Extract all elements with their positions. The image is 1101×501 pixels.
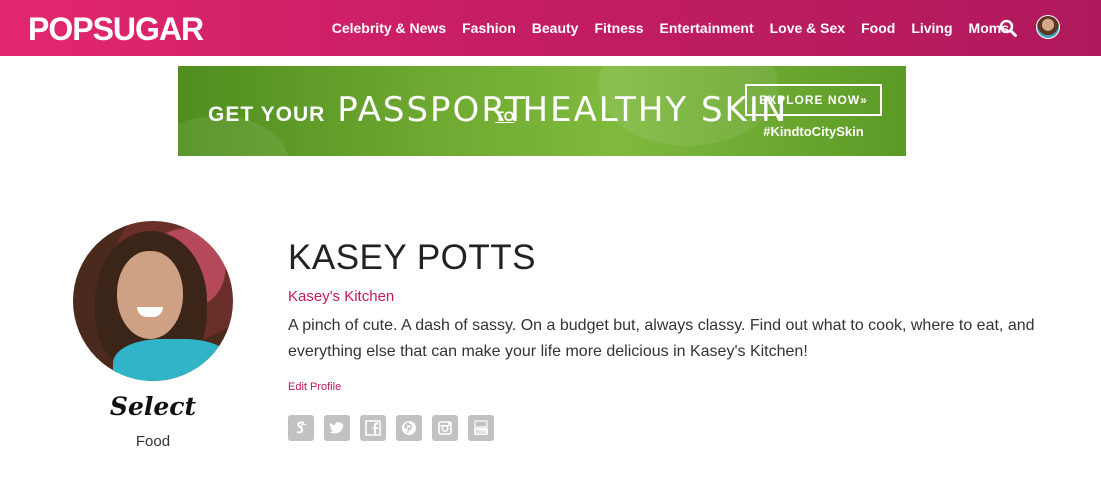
social-links: You (288, 415, 504, 441)
edit-profile-link[interactable]: Edit Profile (288, 381, 341, 393)
facebook-icon[interactable] (360, 415, 386, 441)
nav-item-celebrity-news[interactable]: Celebrity & News (332, 20, 446, 36)
main-nav: Celebrity & News Fashion Beauty Fitness … (316, 0, 1009, 56)
ad-banner[interactable]: GET YOUR PASSPORT TO HEALTHY SKIN EXPLOR… (178, 66, 906, 156)
category-label: Food (135, 433, 171, 450)
nav-item-fitness[interactable]: Fitness (594, 20, 643, 36)
banner-to-text: TO (495, 108, 515, 124)
nav-item-entertainment[interactable]: Entertainment (659, 20, 753, 36)
banner-hashtag: #KindtoCitySkin (763, 124, 864, 139)
nav-item-living[interactable]: Living (911, 20, 952, 36)
sugar-icon[interactable] (288, 415, 314, 441)
explore-now-button[interactable]: EXPLORE NOW» (745, 84, 882, 116)
instagram-icon[interactable] (432, 415, 458, 441)
popsugar-logo[interactable]: POPSUGAR (28, 13, 204, 45)
pinterest-icon[interactable] (396, 415, 422, 441)
profile-photo (73, 221, 233, 381)
top-navigation-bar: POPSUGAR Celebrity & News Fashion Beauty… (0, 0, 1101, 56)
nav-item-fashion[interactable]: Fashion (462, 20, 516, 36)
profile-name: KASEY POTTS (288, 238, 536, 277)
nav-item-food[interactable]: Food (861, 20, 895, 36)
nav-item-beauty[interactable]: Beauty (532, 20, 579, 36)
select-badge: Select (109, 392, 197, 421)
twitter-icon[interactable] (324, 415, 350, 441)
profile-bio: A pinch of cute. A dash of sassy. On a b… (288, 317, 1035, 360)
user-avatar[interactable] (1036, 15, 1060, 39)
nav-item-love-sex[interactable]: Love & Sex (770, 20, 845, 36)
search-icon[interactable] (999, 19, 1017, 37)
banner-headline: GET YOUR PASSPORT TO HEALTHY SKIN (208, 90, 786, 130)
youtube-icon[interactable]: You (468, 415, 494, 441)
blog-link[interactable]: Kasey's Kitchen (288, 288, 394, 305)
banner-small-text: GET YOUR (208, 103, 326, 126)
svg-text:You: You (475, 430, 486, 436)
